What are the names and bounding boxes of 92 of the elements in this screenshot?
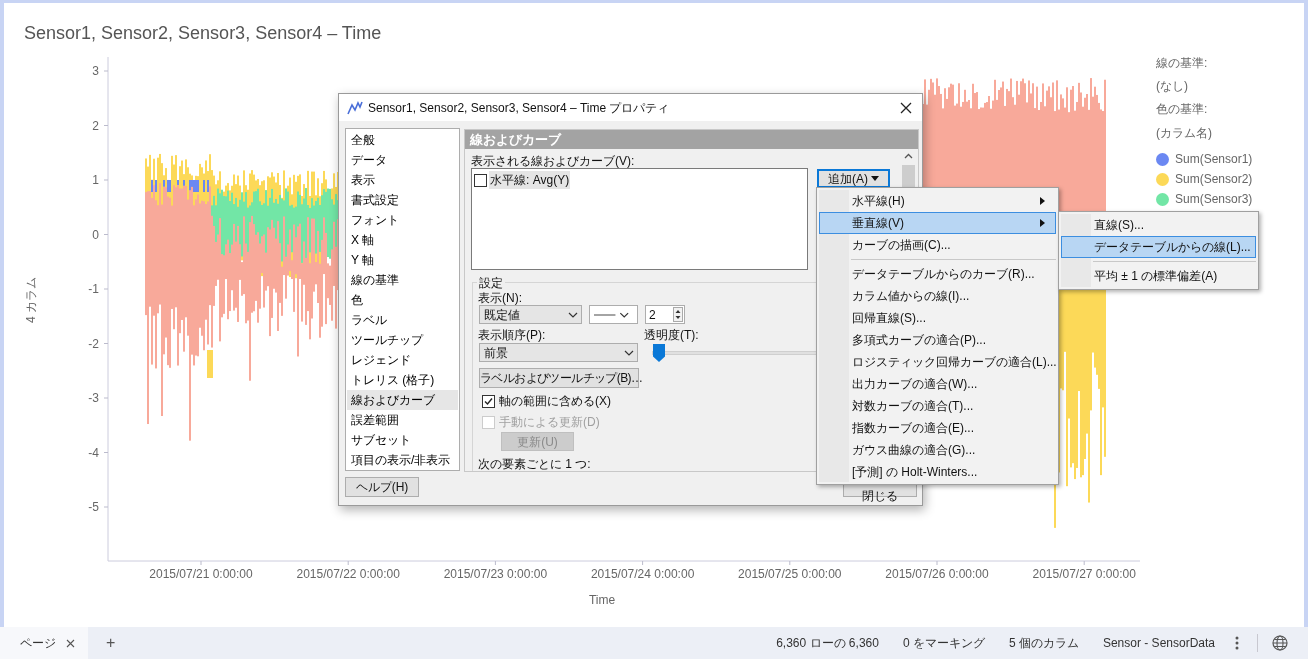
menu-item[interactable]: 水平線(H) bbox=[819, 190, 1056, 212]
width-spinner[interactable]: 2 bbox=[645, 305, 685, 324]
y-tick-label: -1 bbox=[88, 282, 99, 296]
chevron-down-icon bbox=[624, 349, 634, 356]
legend-value: (なし) bbox=[1156, 78, 1189, 95]
field-label: 透明度(T): bbox=[644, 327, 699, 344]
nav-item[interactable]: 線およびカーブ bbox=[347, 390, 458, 410]
y-tick-label: -3 bbox=[88, 391, 99, 405]
y-tick-label: 2 bbox=[92, 118, 99, 133]
marking-count: 0 をマーキング bbox=[902, 635, 985, 652]
chart-title: Sensor1, Sensor2, Sensor3, Sensor4 – Time bbox=[24, 22, 382, 45]
nav-item[interactable]: トレリス (格子) bbox=[347, 370, 458, 390]
x-tick-label: 2015/07/21 0:00:00 bbox=[149, 567, 253, 581]
page-tab[interactable]: ページ bbox=[0, 627, 88, 659]
lines-list[interactable]: 水平線: Avg(Y) bbox=[471, 168, 808, 270]
x-tick-label: 2015/07/25 0:00:00 bbox=[738, 567, 842, 581]
chevron-down-icon bbox=[568, 311, 578, 318]
nav-item[interactable]: Y 軸 bbox=[347, 250, 458, 270]
field-label: 表示順序(P): bbox=[478, 327, 546, 344]
nav-item[interactable]: ツールチップ bbox=[347, 330, 458, 350]
checkbox[interactable] bbox=[474, 173, 487, 187]
menu-item[interactable]: 多項式カーブの適合(P)... bbox=[819, 329, 1056, 351]
y-axis-title: 4 カラム bbox=[24, 277, 38, 323]
legend-label: Sum(Sensor3) bbox=[1175, 191, 1253, 208]
field-label: 次の要素ごとに 1 つ: bbox=[478, 456, 591, 471]
nav-item[interactable]: 書式設定 bbox=[347, 190, 458, 210]
menu-item[interactable]: 垂直線(V) bbox=[819, 212, 1056, 234]
spinner-arrows-icon[interactable] bbox=[673, 307, 683, 322]
menu-item[interactable]: カラム値からの線(I)... bbox=[819, 285, 1056, 307]
y-tick-label: -5 bbox=[88, 500, 99, 514]
y-tick-label: 3 bbox=[92, 64, 99, 78]
legend-label: Sum(Sensor2) bbox=[1175, 171, 1253, 188]
field-label: 表示(N): bbox=[478, 290, 522, 307]
y-tick-label: 1 bbox=[92, 173, 99, 187]
nav-item[interactable]: 全般 bbox=[347, 130, 458, 150]
nav-item[interactable]: 色 bbox=[347, 290, 458, 310]
checkbox-label: 軸の範囲に含める(X) bbox=[499, 393, 611, 410]
column-count: 5 個のカラム bbox=[1008, 635, 1079, 652]
nav-item[interactable]: 表示 bbox=[347, 170, 458, 190]
line-item[interactable]: 水平線: Avg(Y) bbox=[489, 171, 571, 189]
data-source: Sensor - SensorData bbox=[1102, 635, 1215, 652]
x-tick-label: 2015/07/26 0:00:00 bbox=[885, 567, 989, 581]
x-tick-label: 2015/07/23 0:00:00 bbox=[443, 567, 548, 581]
row-count: 6,360 ローの 6,360 bbox=[776, 635, 879, 652]
menu-item[interactable]: 指数カーブの適合(E)... bbox=[819, 417, 1056, 439]
close-icon[interactable] bbox=[66, 638, 75, 648]
menu-item[interactable]: ロジスティック回帰カーブの適合(L)... bbox=[819, 351, 1056, 373]
display-select[interactable]: 既定値 bbox=[479, 305, 582, 324]
kebab-menu-icon[interactable] bbox=[1235, 636, 1239, 650]
menu-item[interactable]: ガウス曲線の適合(G)... bbox=[819, 439, 1056, 461]
globe-icon[interactable] bbox=[1272, 635, 1288, 651]
caret-icon bbox=[871, 176, 879, 181]
nav-item[interactable]: データ bbox=[347, 150, 458, 170]
nav-item[interactable]: 項目の表示/非表示 bbox=[347, 450, 458, 470]
menu-item[interactable]: 出力カーブの適合(W)... bbox=[819, 373, 1056, 395]
legend-label: 線の基準: bbox=[1156, 55, 1209, 72]
menu-item[interactable]: 対数カーブの適合(T)... bbox=[819, 395, 1056, 417]
checkbox[interactable] bbox=[482, 394, 495, 408]
line-chart-icon bbox=[347, 100, 363, 115]
field-label: 表示される線およびカーブ(V): bbox=[471, 153, 635, 170]
menu-item[interactable]: 回帰直線(S)... bbox=[819, 307, 1056, 329]
order-select[interactable]: 前景 bbox=[479, 343, 638, 362]
nav-item[interactable]: 誤差範囲 bbox=[347, 410, 458, 430]
add-page-button[interactable]: + bbox=[106, 631, 116, 655]
menu-item[interactable]: 直線(S)... bbox=[1061, 214, 1256, 236]
nav-item[interactable]: サブセット bbox=[347, 430, 458, 450]
dialog-title: Sensor1, Sensor2, Sensor3, Sensor4 – Time プロパティ bbox=[368, 99, 670, 117]
nav-item[interactable]: X 軸 bbox=[347, 230, 458, 250]
x-tick-label: 2015/07/24 0:00:00 bbox=[590, 567, 695, 581]
nav-item[interactable]: レジェンド bbox=[347, 350, 458, 370]
y-tick-label: 0 bbox=[92, 227, 99, 242]
y-tick-label: -4 bbox=[88, 445, 99, 460]
nav-item[interactable]: ラベル bbox=[347, 310, 458, 330]
menu-item[interactable]: データテーブルからの線(L)... bbox=[1061, 236, 1256, 258]
submenu-arrow-icon bbox=[1040, 197, 1045, 205]
menu-item[interactable]: カーブの描画(C)... bbox=[819, 234, 1056, 256]
x-tick-label: 2015/07/27 0:00:00 bbox=[1032, 567, 1136, 581]
y-tick-label: -2 bbox=[88, 336, 99, 351]
checkbox-label: 手動による更新(D) bbox=[499, 414, 600, 431]
legend-label: Sum(Sensor1) bbox=[1175, 151, 1253, 168]
legend-value: (カラム名) bbox=[1156, 125, 1213, 142]
menu-item[interactable]: 平均 ± 1 の標準偏差(A) bbox=[1061, 265, 1256, 287]
nav-item[interactable]: 線の基準 bbox=[347, 270, 458, 290]
x-axis-title: Time bbox=[588, 593, 616, 607]
section-header: 線およびカーブ bbox=[465, 130, 918, 149]
slider-thumb[interactable] bbox=[653, 344, 665, 362]
help-button[interactable]: ヘルプ(H) bbox=[345, 477, 419, 497]
nav-item[interactable]: フォント bbox=[347, 210, 458, 230]
submenu-arrow-icon bbox=[1040, 219, 1045, 227]
legend-label: 色の基準: bbox=[1156, 101, 1209, 118]
menu-item[interactable]: データテーブルからのカーブ(R)... bbox=[819, 263, 1056, 285]
x-tick-label: 2015/07/22 0:00:00 bbox=[296, 567, 400, 581]
